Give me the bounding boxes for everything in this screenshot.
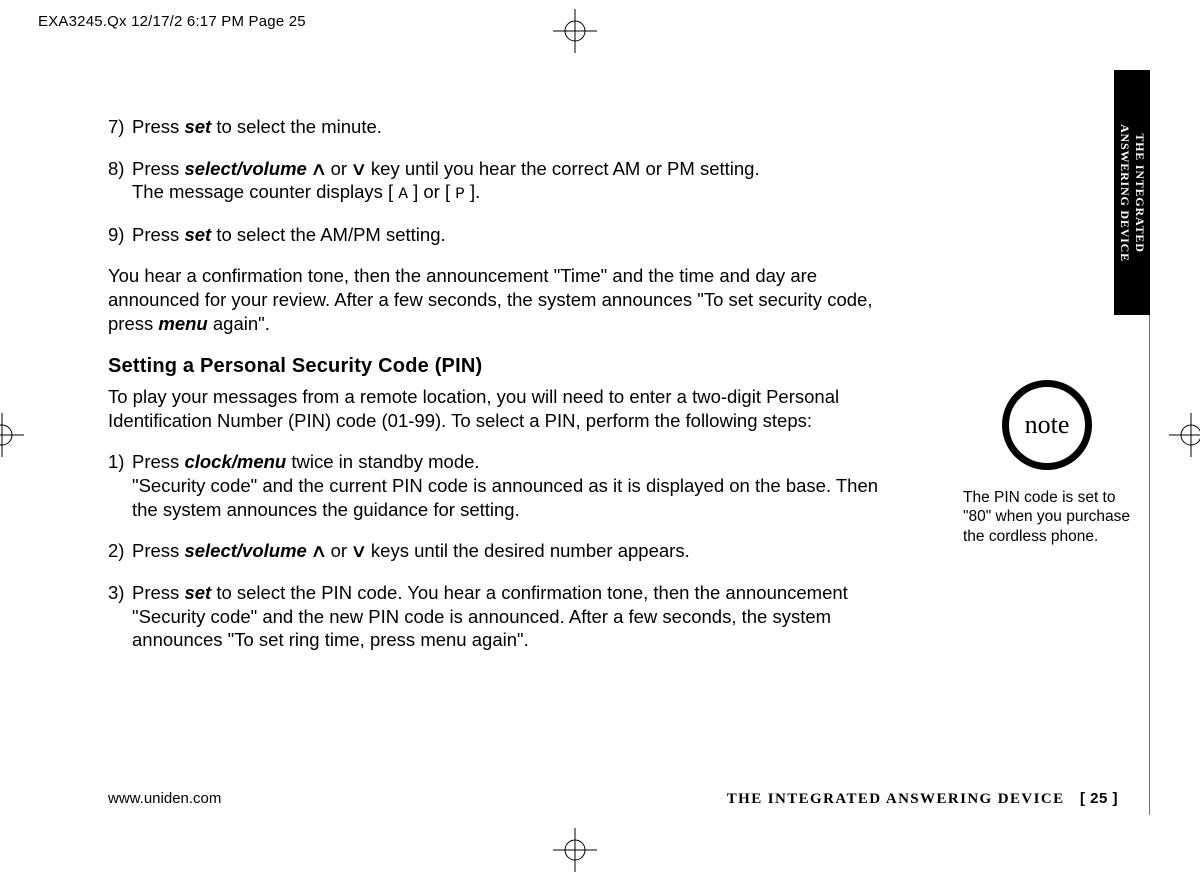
crop-mark-top (553, 9, 597, 53)
step-9: 9) Press set to select the AM/PM setting… (108, 223, 888, 247)
step-7: 7) Press set to select the minute. (108, 115, 888, 139)
down-arrow-icon: ∨ (350, 539, 368, 563)
down-arrow-icon: ∨ (350, 157, 368, 181)
footer-url: www.uniden.com (108, 790, 221, 807)
pin-step-2: 2) Press select/volume ∧ or ∨ keys until… (108, 539, 888, 563)
pin-step-1: 1) Press clock/menu twice in standby mod… (108, 450, 888, 521)
confirm-paragraph: You hear a confirmation tone, then the a… (108, 264, 888, 335)
seven-seg-p: P (455, 185, 465, 203)
manual-page: EXA3245.Qx 12/17/2 6:17 PM Page 25 THE I… (0, 0, 1200, 881)
footer-title: THE INTEGRATED ANSWERING DEVICE [ 25 ] (727, 790, 1118, 808)
section-heading-pin: Setting a Personal Security Code (PIN) (108, 354, 888, 380)
up-arrow-icon: ∧ (310, 539, 328, 563)
vertical-rule (1149, 315, 1150, 815)
pin-intro: To play your messages from a remote loca… (108, 385, 888, 432)
note-callout: note The PIN code is set to "80" when yo… (963, 380, 1131, 546)
note-text: The PIN code is set to "80" when you pur… (963, 488, 1131, 546)
section-tab: THE INTEGRATEDANSWERING DEVICE (1114, 70, 1150, 315)
seven-seg-a: A (398, 185, 408, 203)
crop-mark-bottom (553, 828, 597, 872)
section-tab-label: THE INTEGRATEDANSWERING DEVICE (1117, 124, 1147, 262)
crop-mark-right (1169, 413, 1200, 457)
step-8: 8) Press select/volume ∧ or ∨ key until … (108, 157, 888, 205)
pin-step-3: 3) Press set to select the PIN code. You… (108, 581, 888, 652)
up-arrow-icon: ∧ (310, 157, 328, 181)
page-footer: www.uniden.com THE INTEGRATED ANSWERING … (108, 790, 1118, 808)
print-slug: EXA3245.Qx 12/17/2 6:17 PM Page 25 (38, 13, 306, 30)
note-icon: note (1002, 380, 1092, 470)
crop-mark-left (0, 413, 24, 457)
body-text: 7) Press set to select the minute. 8) Pr… (108, 115, 888, 670)
page-number: [ 25 ] (1080, 790, 1118, 807)
